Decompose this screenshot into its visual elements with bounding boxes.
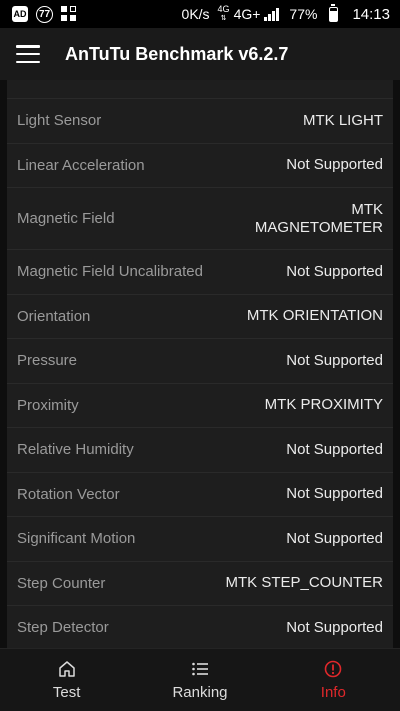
sensor-value: Not Supported xyxy=(286,440,383,458)
sensor-row-linear-acceleration: Linear Acceleration Not Supported xyxy=(7,144,393,188)
home-icon xyxy=(58,660,75,677)
sensor-name: Significant Motion xyxy=(17,530,136,548)
sensor-name: Step Detector xyxy=(17,619,109,637)
sensor-name: Orientation xyxy=(17,307,91,325)
sensor-value: Not Supported xyxy=(286,529,383,547)
sensor-name: Magnetic Field xyxy=(17,210,115,227)
sensor-name: Step Counter xyxy=(17,574,106,592)
clock: 14:13 xyxy=(352,5,390,23)
tab-test[interactable]: Test xyxy=(0,649,133,711)
battery-icon xyxy=(329,3,339,22)
sensor-name: Pressure xyxy=(17,352,78,370)
tab-ranking-label: Ranking xyxy=(172,683,228,701)
sensor-row-light: Light Sensor MTK LIGHT xyxy=(7,99,393,144)
sensor-value: Not Supported xyxy=(286,262,383,280)
network-speed: 0K/s xyxy=(181,6,210,22)
sensor-value: MTK STEP_COUNTER xyxy=(225,574,383,592)
app-title: AnTuTu Benchmark v6.2.7 xyxy=(65,43,289,64)
status-bar: AD 77 0K/s 4G ⇅ 4G+ 77% 14:13 xyxy=(0,0,400,28)
battery-percent: 77% xyxy=(289,6,318,22)
tab-test-label: Test xyxy=(52,683,81,701)
notification-count-icon: 77 xyxy=(36,5,53,23)
network-type: 4G+ xyxy=(233,6,261,22)
hamburger-menu-icon[interactable] xyxy=(16,45,40,63)
sensor-name: Linear Acceleration xyxy=(17,156,145,174)
sensor-name: Light Sensor xyxy=(17,112,102,130)
ad-icon: AD xyxy=(12,6,28,22)
app-bar: AnTuTu Benchmark v6.2.7 xyxy=(0,28,400,80)
list-icon xyxy=(192,662,208,675)
sensor-row-magnetic-field-uncalibrated: Magnetic Field Uncalibrated Not Supporte… xyxy=(7,250,393,295)
sensor-name: Proximity xyxy=(17,396,79,414)
list-top-edge xyxy=(7,80,393,99)
info-alert-icon xyxy=(325,660,342,677)
sensor-value: Not Supported xyxy=(286,618,383,636)
sensor-value: Not Supported xyxy=(286,351,383,369)
tab-ranking[interactable]: Ranking xyxy=(133,649,266,711)
sensor-value: MTK PROXIMITY xyxy=(264,396,383,414)
sensor-value: Not Supported xyxy=(286,485,383,503)
app-grid-icon xyxy=(61,6,77,22)
sensor-value: MTK ORIENTATION xyxy=(246,307,383,325)
sensor-value: MTK LIGHT xyxy=(302,111,383,129)
sensor-list[interactable]: Light Sensor MTK LIGHT Linear Accelerati… xyxy=(7,80,393,648)
network-indicator-icon: 4G ⇅ xyxy=(217,4,230,23)
sensor-name: Relative Humidity xyxy=(17,441,134,459)
sensor-name: Magnetic Field Uncalibrated xyxy=(17,263,203,281)
sensor-name: Rotation Vector xyxy=(17,485,120,503)
sensor-value: MTK MAGNETOMETER xyxy=(254,200,383,236)
sensor-row-step-detector: Step Detector Not Supported xyxy=(7,606,393,648)
signal-icon xyxy=(264,7,280,21)
sensor-value: Not Supported xyxy=(286,156,383,174)
sensor-row-proximity: Proximity MTK PROXIMITY xyxy=(7,384,393,428)
sensor-row-step-counter: Step Counter MTK STEP_COUNTER xyxy=(7,562,393,606)
sensor-row-pressure: Pressure Not Supported xyxy=(7,339,393,384)
tab-info[interactable]: Info xyxy=(267,649,400,711)
bottom-navigation: Test Ranking Info xyxy=(0,648,400,711)
sensor-row-magnetic-field: Magnetic Field MTK MAGNETOMETER xyxy=(7,188,393,250)
sensor-row-significant-motion: Significant Motion Not Supported xyxy=(7,517,393,562)
sensor-row-rotation-vector: Rotation Vector Not Supported xyxy=(7,473,393,517)
sensor-row-orientation: Orientation MTK ORIENTATION xyxy=(7,295,393,339)
network-type-small: 4G xyxy=(217,4,230,14)
tab-info-label: Info xyxy=(320,683,346,701)
sensor-row-relative-humidity: Relative Humidity Not Supported xyxy=(7,428,393,473)
